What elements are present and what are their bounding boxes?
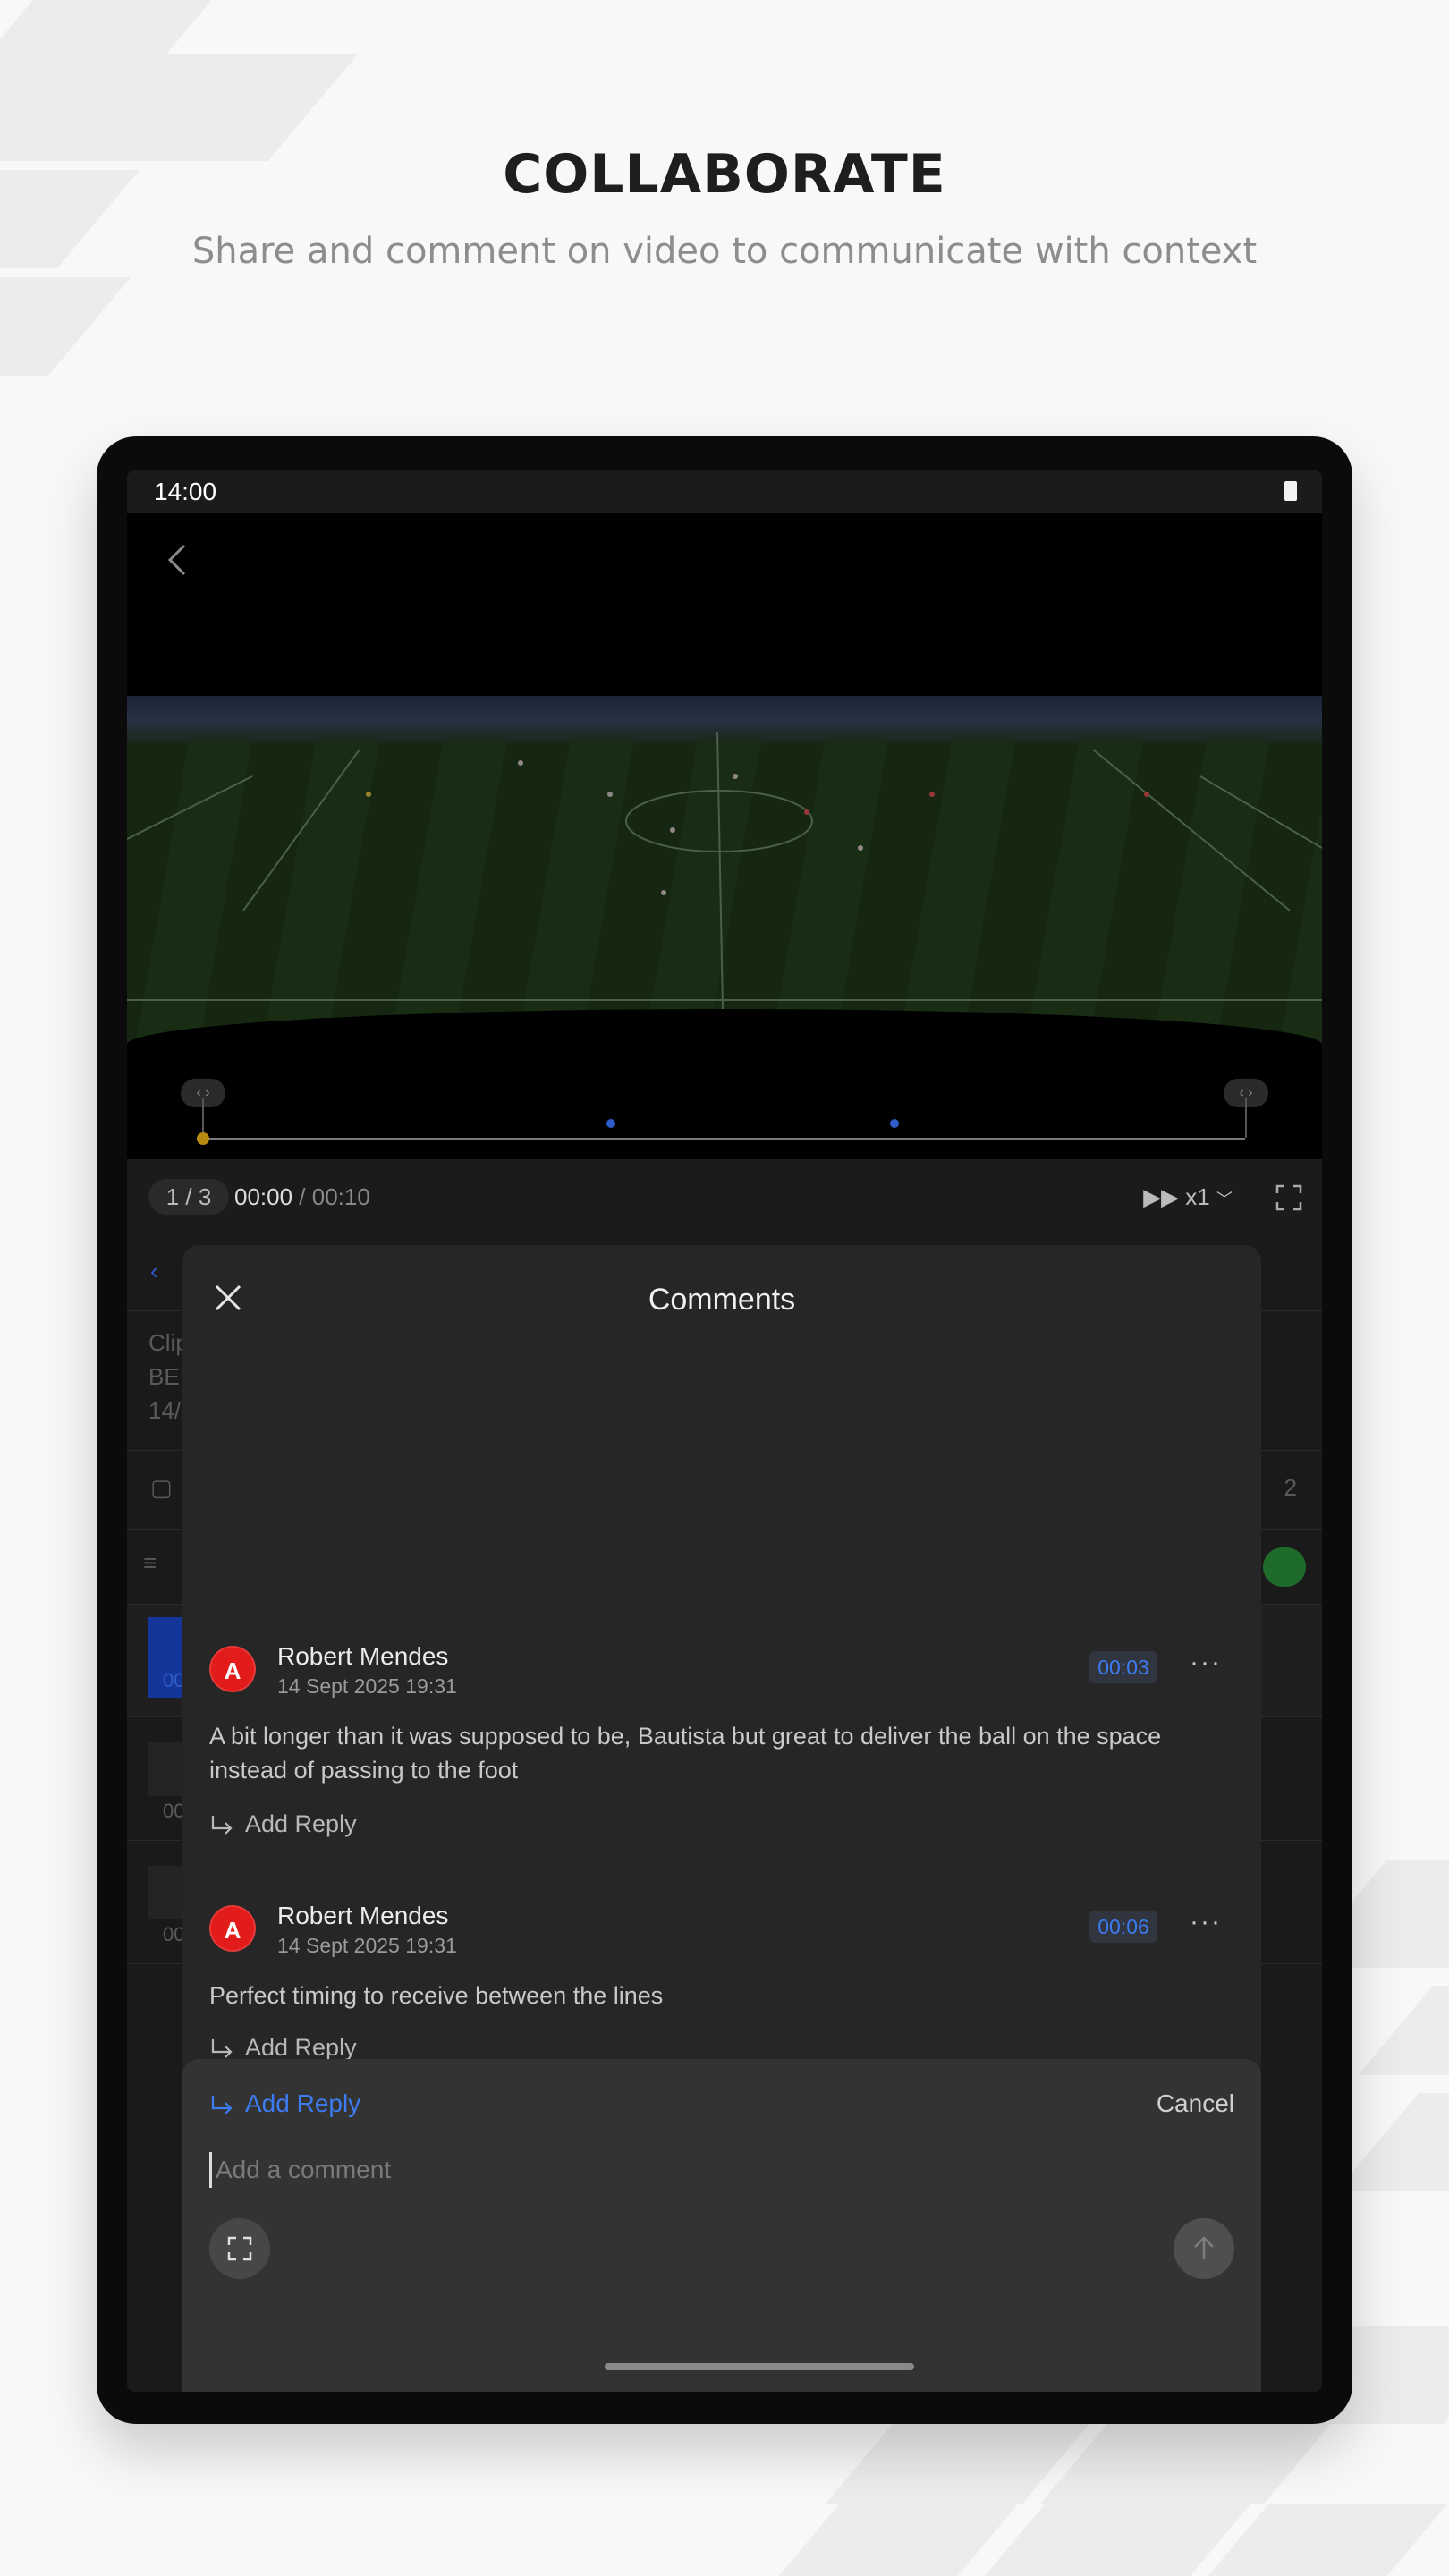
expand-icon <box>227 2236 252 2261</box>
page-title: COLLABORATE <box>503 143 946 206</box>
send-button[interactable] <box>1174 2218 1234 2279</box>
avatar: A <box>209 1905 256 1952</box>
speed-value: x1 <box>1185 1183 1210 1210</box>
comment-bubble-icon: ▢ <box>150 1474 173 1501</box>
reply-arrow-icon <box>211 1815 233 1835</box>
comment-count: 2 <box>1284 1474 1297 1501</box>
status-bar: 14:00 <box>127 470 1322 513</box>
comment-text: A bit longer than it was supposed to be,… <box>209 1723 1162 1784</box>
cancel-button[interactable]: Cancel <box>1157 2089 1234 2118</box>
more-options-icon[interactable]: ··· <box>1186 1909 1225 1941</box>
expand-button[interactable] <box>209 2218 270 2279</box>
tablet-frame: 14:00 ‹ › ‹ › 1 / 3 00:00 / 00:10 ▶▶ x1 … <box>97 436 1352 2424</box>
comment-author: Robert Mendes <box>277 1642 449 1670</box>
clip-info-line-3: 14/ <box>148 1397 182 1424</box>
comment-marker[interactable] <box>606 1119 615 1128</box>
more-options-icon[interactable]: ··· <box>1186 1649 1225 1682</box>
comment-marker[interactable] <box>890 1119 899 1128</box>
toggle-switch <box>1263 1547 1306 1587</box>
reply-arrow-icon <box>211 2038 233 2058</box>
clip-time: 00 <box>163 1669 185 1691</box>
comment-input[interactable] <box>209 2152 1193 2188</box>
duration: 00:10 <box>311 1183 370 1210</box>
comment-text: Perfect timing to receive between the li… <box>209 1982 664 2009</box>
add-reply-button[interactable]: Add Reply <box>209 1810 357 1838</box>
clip-time: 00 <box>163 1923 185 1945</box>
chevron-down-icon: ﹀ <box>1216 1191 1233 1208</box>
menu-icon: ≡ <box>143 1549 157 1576</box>
comment-date: 14 Sept 2025 19:31 <box>277 1674 457 1698</box>
add-reply-label: Add Reply <box>245 2034 357 2061</box>
chevron-left-icon <box>167 544 186 576</box>
time-separator: / <box>292 1183 312 1210</box>
battery-icon <box>1284 481 1297 501</box>
page-subtitle: Share and comment on video to communicat… <box>191 231 1258 272</box>
clip-info-line-2: BEI <box>148 1363 186 1390</box>
clip-time: 00 <box>163 1800 185 1822</box>
fullscreen-icon[interactable] <box>1275 1184 1302 1211</box>
comment-composer: Add Reply Cancel <box>182 2059 1261 2392</box>
add-reply-label: Add Reply <box>245 1810 357 1837</box>
reply-arrow-icon <box>211 2095 233 2114</box>
comments-header: Comments <box>182 1245 1261 1352</box>
status-time: 14:00 <box>154 478 217 505</box>
clip-counter: 1 / 3 <box>148 1179 229 1215</box>
video-overlay <box>127 696 1322 1045</box>
comment-date: 14 Sept 2025 19:31 <box>277 1934 457 1957</box>
time-display: 00:00 / 00:10 <box>234 1183 370 1211</box>
current-time: 00:00 <box>234 1183 293 1210</box>
home-indicator <box>605 2363 914 2370</box>
reply-mode-label: Add Reply <box>245 2089 361 2117</box>
comment-author: Robert Mendes <box>277 1902 449 1929</box>
fast-forward-icon: ▶▶ <box>1143 1183 1180 1210</box>
clip-thumbnail <box>148 1866 184 1919</box>
timeline-track[interactable] <box>202 1138 1245 1140</box>
speed-selector[interactable]: ▶▶ x1 ﹀ <box>1143 1183 1233 1211</box>
player-controls: 1 / 3 00:00 / 00:10 ▶▶ x1 ﹀ <box>127 1159 1322 1236</box>
trim-line-end <box>1245 1098 1247 1138</box>
arrow-up-icon <box>1194 2236 1214 2259</box>
clip-thumbnail <box>148 1742 184 1796</box>
comments-title: Comments <box>648 1283 796 1317</box>
app-screen: 14:00 ‹ › ‹ › 1 / 3 00:00 / 00:10 ▶▶ x1 … <box>127 470 1322 2392</box>
back-button[interactable] <box>154 535 204 585</box>
video-player[interactable] <box>127 696 1322 1045</box>
headline: COLLABORATE Share and comment on video t… <box>0 143 1449 272</box>
avatar: A <box>209 1646 256 1692</box>
playhead[interactable] <box>197 1132 209 1145</box>
comment-timestamp[interactable]: 00:03 <box>1089 1651 1157 1683</box>
comment-timestamp[interactable]: 00:06 <box>1089 1911 1157 1943</box>
chevron-left-icon: ‹ <box>150 1258 158 1284</box>
add-reply-button[interactable]: Add Reply <box>209 2034 357 2062</box>
reply-mode-indicator: Add Reply <box>209 2089 360 2118</box>
